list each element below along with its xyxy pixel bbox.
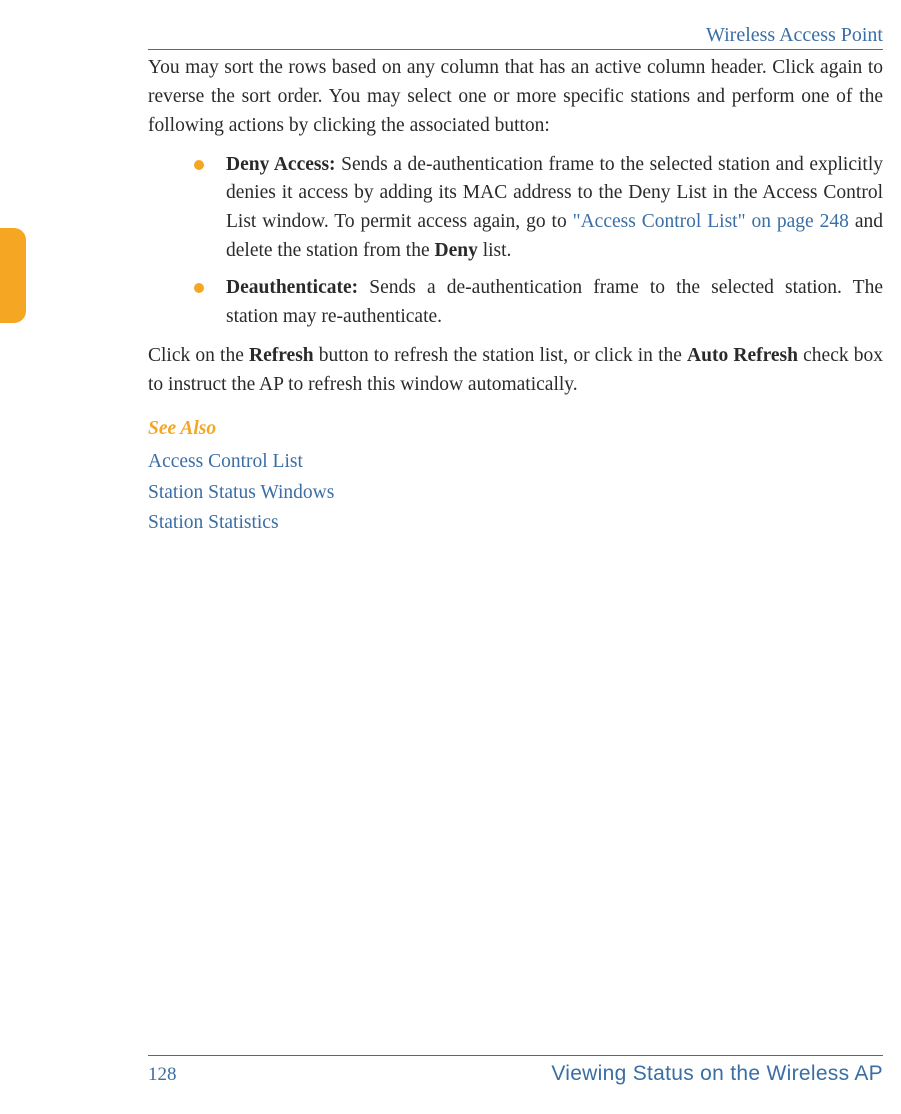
closing-paragraph: Click on the Refresh button to refresh t… — [148, 342, 883, 400]
see-also-link[interactable]: Access Control List — [148, 448, 883, 476]
closing-bold: Refresh — [249, 345, 314, 366]
list-item: Deauthenticate: Sends a de-authenticatio… — [148, 274, 883, 332]
page-number: 128 — [148, 1064, 177, 1086]
intro-paragraph: You may sort the rows based on any colum… — [148, 54, 883, 141]
see-also-links: Access Control List Station Status Windo… — [148, 448, 883, 537]
bullet-label: Deny Access: — [226, 154, 336, 175]
closing-text: button to refresh the station list, or c… — [314, 345, 687, 366]
action-list: Deny Access: Sends a de-authentication f… — [148, 151, 883, 332]
see-also-link[interactable]: Station Status Windows — [148, 479, 883, 507]
page-footer: 128 Viewing Status on the Wireless AP — [148, 1055, 883, 1086]
closing-bold: Auto Refresh — [687, 345, 798, 366]
footer-section-title: Viewing Status on the Wireless AP — [551, 1062, 883, 1086]
see-also-heading: See Also — [148, 415, 883, 444]
header-title: Wireless Access Point — [706, 24, 883, 46]
page-content: You may sort the rows based on any colum… — [148, 54, 883, 539]
list-item: Deny Access: Sends a de-authentication f… — [148, 151, 883, 266]
bullet-bold-tail: Deny — [434, 240, 477, 261]
bullet-tail: list. — [478, 240, 512, 261]
inline-link[interactable]: "Access Control List" on page 248 — [573, 211, 849, 232]
bullet-label: Deauthenticate: — [226, 277, 358, 298]
closing-text: Click on the — [148, 345, 249, 366]
page-side-tab — [0, 228, 26, 323]
see-also-link[interactable]: Station Statistics — [148, 509, 883, 537]
page-header: Wireless Access Point — [148, 24, 883, 50]
